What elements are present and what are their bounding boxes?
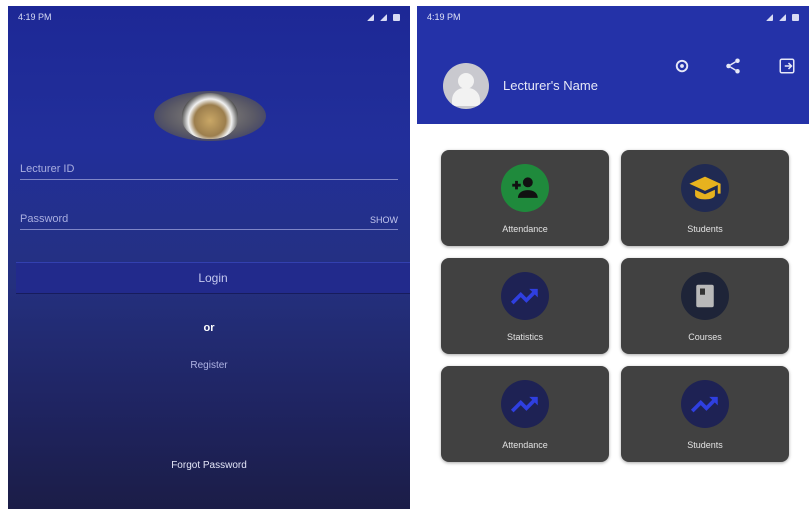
tile-label: Attendance [502, 224, 548, 234]
login-button-label: Login [198, 271, 228, 285]
logo-center [182, 93, 238, 139]
user-avatar-icon[interactable] [443, 63, 489, 109]
lecturer-id-placeholder: Lecturer ID [20, 163, 75, 175]
tile-students[interactable]: Students [621, 150, 789, 246]
tile-label: Courses [688, 332, 722, 342]
logo-outer-ring [154, 91, 266, 141]
settings-icon[interactable] [672, 56, 692, 76]
status-icons [766, 13, 799, 21]
dashboard-screen: 4:19 PM Lecturer's Name Attendance Stude… [417, 6, 809, 509]
password-field[interactable]: Password SHOW [20, 208, 398, 230]
status-icons [367, 13, 400, 21]
or-divider: or [203, 322, 215, 334]
status-bar: 4:19 PM [417, 6, 809, 28]
battery-icon [792, 13, 799, 21]
app-screens: 4:19 PM Lecturer ID Password SHOW Login … [0, 0, 809, 509]
password-placeholder: Password [20, 213, 69, 225]
tile-attendance-stats[interactable]: Attendance [441, 366, 609, 462]
share-icon[interactable] [723, 56, 743, 76]
signal-icon [766, 13, 773, 21]
tile-students-stats[interactable]: Students [621, 366, 789, 462]
avatar-head [458, 73, 474, 89]
tile-label: Students [687, 224, 723, 234]
lecturer-name: Lecturer's Name [503, 78, 598, 93]
tile-label: Attendance [502, 440, 548, 450]
tile-attendance[interactable]: Attendance [441, 150, 609, 246]
graduation-cap-icon [681, 164, 729, 212]
status-bar: 4:19 PM [8, 6, 410, 28]
add-user-icon [501, 164, 549, 212]
wifi-icon [779, 13, 786, 21]
login-button[interactable]: Login [16, 262, 410, 294]
book-icon [681, 272, 729, 320]
status-time: 4:19 PM [427, 12, 461, 22]
logout-icon[interactable] [777, 56, 797, 76]
trending-up-icon [501, 380, 549, 428]
login-screen: 4:19 PM Lecturer ID Password SHOW Login … [8, 6, 410, 509]
signal-icon [367, 13, 374, 21]
lecturer-id-field[interactable]: Lecturer ID [20, 158, 398, 180]
trending-up-icon [681, 380, 729, 428]
forgot-password-link[interactable]: Forgot Password [8, 460, 410, 471]
dashboard-header: 4:19 PM Lecturer's Name [417, 6, 809, 124]
battery-icon [393, 13, 400, 21]
tile-label: Statistics [506, 332, 543, 342]
avatar-body [452, 88, 480, 106]
university-crest-icon [150, 86, 270, 146]
status-time: 4:19 PM [18, 12, 52, 22]
tile-label: Students [687, 440, 723, 450]
show-password-toggle[interactable]: SHOW [370, 215, 398, 225]
tile-courses[interactable]: Courses [621, 258, 789, 354]
wifi-icon [380, 13, 387, 21]
register-link[interactable]: Register [8, 360, 410, 371]
tile-statistics[interactable]: Statistics [441, 258, 609, 354]
trending-up-icon [501, 272, 549, 320]
